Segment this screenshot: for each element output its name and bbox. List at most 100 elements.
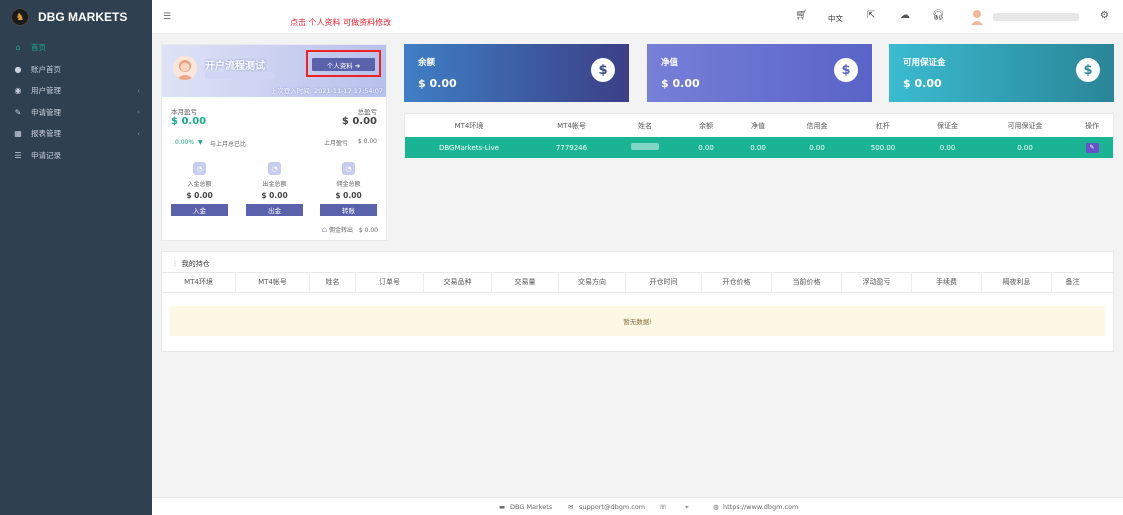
deposit-button[interactable]: 入金 bbox=[171, 204, 228, 216]
column-header: 姓名 bbox=[638, 121, 652, 130]
column-header: 当前价格 bbox=[772, 272, 842, 293]
column-header: 交易方向 bbox=[559, 272, 626, 293]
sidebar-item-label: 首页 bbox=[31, 43, 46, 53]
table-row[interactable]: DBGMarkets-Live 7779246 0.00 0.00 0.00 5… bbox=[405, 137, 1113, 158]
footer-website[interactable]: https://www.dbgm.com bbox=[723, 503, 798, 511]
chevron-left-icon: ‹ bbox=[137, 129, 140, 138]
footer: ▬ DBG Markets ✉ support@dbgm.com ☏ ⌖ ◍ h… bbox=[152, 497, 1123, 515]
menu-toggle-icon[interactable]: ☰ bbox=[163, 12, 171, 22]
deposit-total-value: $ 0.00 bbox=[186, 191, 213, 200]
chevron-left-icon: ‹ bbox=[137, 108, 140, 117]
sidebar-item-application-management[interactable]: ✎ 申请管理 ‹ bbox=[0, 102, 152, 124]
column-header: 交易品种 bbox=[424, 272, 492, 293]
sidebar-item-application-records[interactable]: ☰ 申请记录 bbox=[0, 145, 152, 167]
down-arrow-icon: ▼ bbox=[198, 139, 203, 146]
column-header: MT4帐号 bbox=[557, 121, 586, 130]
cloud-download-icon[interactable]: ☁ bbox=[900, 10, 910, 21]
holdings-panel: ⫶ 我的持仓 MT4环境 MT4帐号 姓名 订单号 交易品种 交易量 交易方向 开… bbox=[161, 251, 1114, 352]
users-icon: ◉ bbox=[14, 86, 22, 96]
table-cell: ✎ bbox=[1071, 142, 1113, 153]
balance-title: 余额 bbox=[418, 58, 436, 68]
sidebar-item-account-home[interactable]: ● 账户首页 bbox=[0, 59, 152, 81]
list-icon: ☰ bbox=[14, 150, 22, 160]
profile-card: 开户流程测试 个人资料 ➜ 上次登入时间: 2021-11-17 17:54:0… bbox=[161, 44, 387, 241]
home-icon: ⌂ bbox=[15, 43, 21, 53]
column-header: 保证金 bbox=[937, 121, 958, 130]
username-blurred[interactable] bbox=[993, 13, 1079, 21]
column-header: 隔夜利息 bbox=[982, 272, 1052, 293]
table-cell: 0.00 bbox=[939, 143, 956, 152]
profile-name: 开户流程测试 bbox=[205, 61, 265, 72]
commission-total-label: 佣金总额 bbox=[336, 181, 361, 188]
withdraw-button[interactable]: 出金 bbox=[246, 204, 303, 216]
language-switch[interactable]: 中文 bbox=[828, 13, 843, 24]
transfer-button[interactable]: 转账 bbox=[320, 204, 377, 216]
empty-state: 暂无数据! bbox=[170, 306, 1105, 336]
sidebar-item-label: 申请记录 bbox=[31, 150, 61, 160]
chart-icon: ▦ bbox=[14, 129, 22, 139]
column-header: MT4环境 bbox=[162, 272, 236, 293]
withdraw-total-value: $ 0.00 bbox=[261, 191, 288, 200]
edit-icon[interactable]: ✎ bbox=[1085, 142, 1099, 153]
sidebar-item-report-management[interactable]: ▦ 报表管理 ‹ bbox=[0, 123, 152, 145]
cart-icon[interactable]: 🛒︎ bbox=[795, 10, 808, 21]
sidebar-item-label: 账户首页 bbox=[31, 64, 61, 74]
transfer-out-icon: ☖ bbox=[321, 227, 328, 234]
brand[interactable]: ♞ DBG MARKETS bbox=[0, 0, 152, 34]
last-month-profit-value: $ 0.00 bbox=[357, 138, 377, 145]
footer-company: DBG Markets bbox=[510, 503, 553, 511]
last-login-time: 上次登入时间: 2021-11-17 17:54:07 bbox=[270, 87, 383, 95]
topbar: ☰ 点击 个人资料 可做资料修改 🛒︎ 中文 ⇱ ☁ 🎧︎ ⚙ bbox=[152, 0, 1123, 34]
table-cell: 0.00 bbox=[809, 143, 825, 152]
column-header: 备注 bbox=[1065, 278, 1080, 286]
sidebar-item-home[interactable]: ⌂ 首页 bbox=[0, 37, 152, 59]
account-table-header: MT4环境 MT4帐号 姓名 余额 净值 信用金 杠杆 保证金 可用保证金 操作 bbox=[405, 114, 1113, 137]
sidebar-item-label: 申请管理 bbox=[31, 107, 61, 117]
commission-transfer-out: ☖ 佣金转出 $ 0.00 bbox=[322, 225, 378, 234]
total-profit-label: 总盈亏 bbox=[357, 108, 378, 116]
column-header: MT4帐号 bbox=[236, 272, 310, 293]
total-profit-value: $ 0.00 bbox=[341, 116, 377, 127]
table-cell: 7779246 bbox=[555, 143, 588, 152]
equity-title: 净值 bbox=[661, 58, 679, 68]
footer-email[interactable]: support@dbgm.com bbox=[579, 503, 645, 511]
sliders-icon: ⫶ bbox=[174, 260, 176, 268]
column-header: 浮动盈亏 bbox=[842, 272, 912, 293]
headset-icon[interactable]: 🎧︎ bbox=[932, 10, 945, 21]
sidebar-item-user-management[interactable]: ◉ 用户管理 ‹ bbox=[0, 80, 152, 102]
free-margin-title: 可用保证金 bbox=[903, 58, 946, 68]
edit-icon: ✎ bbox=[14, 107, 22, 117]
sidebar-nav: ⌂ 首页 ● 账户首页 ◉ 用户管理 ‹ ✎ 申请管理 ‹ ▦ 报表管理 ‹ ☰… bbox=[0, 37, 152, 166]
commission-transfer-out-value: $ 0.00 bbox=[358, 227, 378, 234]
equity-value: $ 0.00 bbox=[661, 77, 700, 90]
profile-edit-hint: 点击 个人资料 可做资料修改 bbox=[290, 18, 392, 27]
share-icon[interactable]: ⇱ bbox=[867, 10, 875, 21]
holdings-table-header: MT4环境 MT4帐号 姓名 订单号 交易品种 交易量 交易方向 开仓时间 开仓… bbox=[162, 272, 1113, 293]
settings-gear-icon[interactable]: ⚙ bbox=[1100, 10, 1109, 21]
compare-last-month-label: 与上月总已比 bbox=[210, 141, 247, 148]
commission-transfer-out-label: 佣金转出 bbox=[328, 227, 353, 234]
name-cell-blurred bbox=[610, 143, 680, 152]
column-header: 手续费 bbox=[912, 272, 982, 293]
profile-id-blurred bbox=[205, 72, 275, 79]
table-cell: 0.00 bbox=[698, 143, 714, 152]
deposit-block: ◔ 入金总额 $ 0.00 入金 bbox=[171, 162, 228, 216]
dollar-icon: $ bbox=[1076, 58, 1100, 82]
sidebar-item-label: 报表管理 bbox=[31, 129, 61, 139]
deposit-total-label: 入金总额 bbox=[187, 181, 212, 188]
brand-logo-icon: ♞ bbox=[11, 8, 29, 26]
location-icon: ⌖ bbox=[685, 503, 689, 511]
column-header: 余额 bbox=[699, 121, 713, 130]
personal-info-button[interactable]: 个人资料 ➜ bbox=[312, 58, 375, 71]
withdraw-total-label: 出金总额 bbox=[262, 181, 287, 188]
balance-value: $ 0.00 bbox=[418, 77, 457, 90]
column-header: 操作 bbox=[1085, 121, 1099, 130]
withdraw-block: ◔ 出金总额 $ 0.00 出金 bbox=[246, 162, 303, 216]
user-avatar-icon[interactable] bbox=[970, 9, 984, 25]
commission-total-value: $ 0.00 bbox=[335, 191, 362, 200]
account-table: MT4环境 MT4帐号 姓名 余额 净值 信用金 杠杆 保证金 可用保证金 操作… bbox=[404, 113, 1114, 158]
profit-change-pct: 0.00% bbox=[175, 139, 195, 146]
deposit-icon: ◔ bbox=[193, 162, 206, 175]
month-profit-label: 本月盈亏 bbox=[171, 108, 197, 116]
phone-icon: ☏ bbox=[659, 503, 668, 511]
